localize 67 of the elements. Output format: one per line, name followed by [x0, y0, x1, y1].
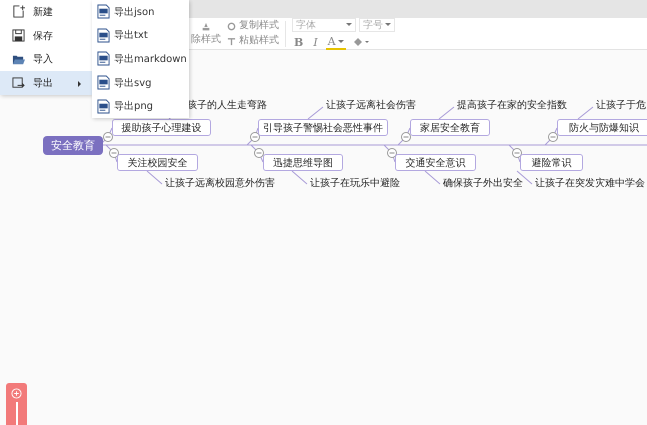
- menu-item[interactable]: 新建: [0, 0, 92, 24]
- file-icon: [97, 4, 110, 20]
- connector-line: [508, 144, 520, 162]
- connector-line: [544, 128, 558, 146]
- export-icon: [12, 76, 25, 90]
- subtopic-label[interactable]: 确保孩子外出安全: [443, 178, 523, 190]
- collapse-icon[interactable]: [401, 132, 411, 142]
- zoom-control[interactable]: [6, 383, 27, 425]
- topic-node[interactable]: 防火与防爆知识: [557, 119, 647, 136]
- menu-item[interactable]: 导出markdown: [92, 47, 189, 71]
- file-icon: [97, 28, 110, 43]
- menu-item[interactable]: 导出png: [92, 94, 189, 118]
- connector-line: [398, 128, 410, 146]
- topic-node[interactable]: 援助孩子心理建设: [112, 119, 211, 136]
- copy-style-icon[interactable]: [227, 22, 236, 30]
- brush-icon[interactable]: [200, 22, 212, 32]
- file-icon: [97, 75, 110, 90]
- paste-style-icon[interactable]: [227, 36, 236, 46]
- topic-node[interactable]: 交通安全意识: [395, 154, 476, 171]
- root-topic[interactable]: 安全教育: [43, 136, 103, 155]
- leader-line: [438, 106, 454, 120]
- subtopic-label[interactable]: 让孩子在玩乐中避险: [310, 178, 400, 190]
- menu-item[interactable]: 导出txt: [92, 24, 189, 48]
- collapse-icon[interactable]: [387, 148, 397, 158]
- leader-line: [424, 170, 440, 184]
- collapse-icon[interactable]: [548, 132, 558, 142]
- topic-node[interactable]: 引导孩子警惕社会恶性事件: [258, 119, 388, 136]
- topic-node[interactable]: 避险常识: [520, 154, 583, 171]
- leader-line: [578, 106, 594, 120]
- menu-item[interactable]: 导入: [0, 48, 92, 72]
- font-color-button[interactable]: A: [326, 34, 346, 50]
- fill-color-icon[interactable]: [352, 36, 370, 48]
- subtopic-label[interactable]: 让孩子于危: [596, 100, 646, 112]
- copy-style-label[interactable]: 复制样式: [239, 20, 279, 32]
- connector-line: [246, 128, 258, 146]
- subtopic-label[interactable]: 让孩子远离校园意外伤害: [165, 178, 275, 190]
- topic-node[interactable]: 关注校园安全: [117, 154, 198, 171]
- collapse-icon[interactable]: [109, 148, 119, 158]
- subtopic-label[interactable]: 让孩子在突发灾难中学会: [535, 178, 645, 190]
- topic-node[interactable]: 迅捷思维导图: [263, 154, 343, 171]
- italic-button[interactable]: I: [311, 36, 320, 48]
- connector-line: [250, 144, 264, 162]
- new-file-icon: [12, 5, 25, 18]
- save-icon: [12, 29, 25, 42]
- file-icon: [97, 98, 110, 114]
- menu-item[interactable]: 导出json: [92, 0, 189, 24]
- subtopic-label[interactable]: 让孩子远离社会伤害: [326, 100, 416, 112]
- collapse-icon[interactable]: [512, 148, 522, 158]
- menu-item[interactable]: 导出: [0, 71, 92, 95]
- zoom-in-icon[interactable]: [11, 388, 22, 399]
- collapse-icon[interactable]: [103, 132, 113, 142]
- leader-line: [292, 170, 308, 184]
- bold-button[interactable]: B: [292, 36, 306, 48]
- collapse-icon[interactable]: [250, 132, 260, 142]
- connector-line: [106, 144, 118, 162]
- connector-line: [384, 144, 396, 162]
- collapse-icon[interactable]: [254, 148, 264, 158]
- leader-line: [308, 106, 324, 120]
- subtopic-label[interactable]: 提高孩子在家的安全指数: [457, 100, 567, 112]
- menu-item[interactable]: 保存: [0, 24, 92, 48]
- topic-node[interactable]: 家居安全教育: [410, 119, 490, 136]
- submenu-arrow-icon: [78, 81, 81, 88]
- paste-style-label[interactable]: 粘贴样式: [239, 35, 279, 47]
- menu-item[interactable]: 导出svg: [92, 70, 189, 94]
- clear-style-label[interactable]: 除样式: [191, 34, 221, 46]
- file-icon: [97, 51, 110, 66]
- leader-line: [146, 170, 162, 184]
